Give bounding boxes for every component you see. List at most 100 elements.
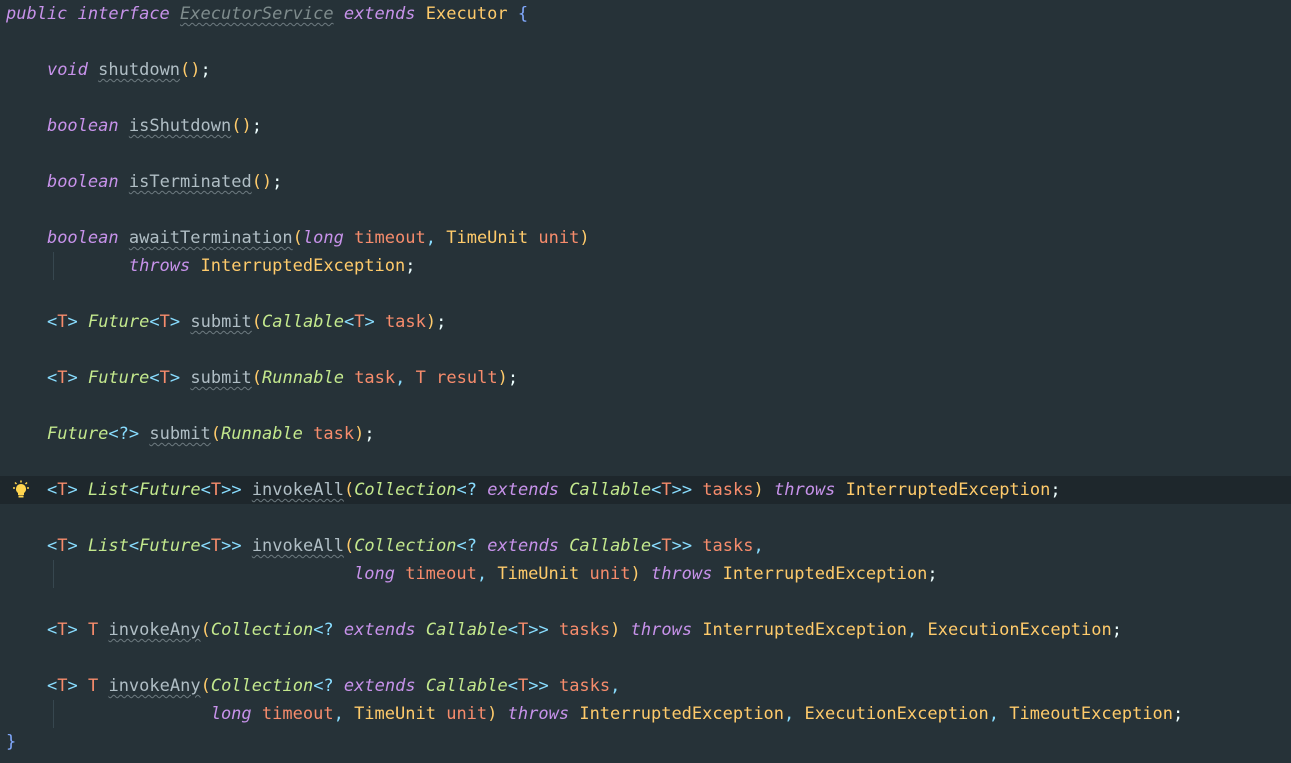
token-semi: ; [200,60,211,80]
token-param: unit [538,228,580,248]
token-punc: , [988,704,1000,724]
token-param: task [313,424,355,444]
code-line[interactable]: } [0,728,1291,756]
code-line[interactable] [0,448,1291,476]
token-paren: ) [610,620,621,640]
token-cls: InterruptedException [722,564,928,584]
code-line-current[interactable]: <T> List<Future<T>> invokeAll(Collection… [0,476,1291,504]
code-line[interactable] [0,644,1291,672]
token-semi: ; [405,256,416,276]
code-line[interactable] [0,28,1291,56]
token-kw: extends [343,4,416,24]
token-param: task [384,312,426,332]
code-line[interactable]: boolean isShutdown(); [0,112,1291,140]
code-line[interactable]: public interface ExecutorService extends… [0,0,1291,28]
token-paren: ( [200,676,211,696]
code-line[interactable]: Future<?> submit(Runnable task); [0,420,1291,448]
token-gen: T [415,368,426,388]
token-semi: ; [251,116,262,136]
code-line[interactable]: void shutdown(); [0,56,1291,84]
token-pun: > [67,368,78,388]
code-line[interactable] [0,84,1291,112]
code-line[interactable] [0,280,1291,308]
token-param: tasks [702,536,754,556]
code-line[interactable] [0,392,1291,420]
code-line[interactable]: <T> Future<T> submit(Callable<T> task); [0,308,1291,336]
token-ty: Callable [425,676,508,696]
code-editor[interactable]: public interface ExecutorService extends… [0,0,1291,763]
token-semi: ; [364,424,375,444]
token-pun: >> [671,536,693,556]
token-paren: ( [251,312,263,332]
token-method: isTerminated [128,172,252,192]
token-kw: long [354,564,395,584]
code-line[interactable]: <T> Future<T> submit(Runnable task, T re… [0,364,1291,392]
token-kw: long [210,704,252,724]
token-ty: Runnable [262,368,344,388]
token-pun: > [67,480,78,500]
code-line[interactable]: boolean isTerminated(); [0,168,1291,196]
token-paren: ( [292,228,303,248]
token-method: shutdown [98,60,181,80]
code-line[interactable]: throws InterruptedException; [0,252,1291,280]
token-kw: boolean [46,228,119,248]
token-kw: throws [630,620,693,640]
token-method: invokeAll [251,536,344,556]
code-line[interactable] [0,196,1291,224]
token-pun: < [651,480,662,500]
token-gen: T [57,368,68,388]
token-gen: T [210,480,222,500]
code-line[interactable] [0,336,1291,364]
code-line[interactable]: <T> T invokeAny(Collection<? extends Cal… [0,616,1291,644]
token-paren: ) [497,368,508,388]
code-line[interactable]: <T> List<Future<T>> invokeAll(Collection… [0,532,1291,560]
code-line[interactable]: long timeout, TimeUnit unit) throws Inte… [0,700,1291,728]
code-line[interactable]: boolean awaitTermination(long timeout, T… [0,224,1291,252]
code-line[interactable]: long timeout, TimeUnit unit) throws Inte… [0,560,1291,588]
token-paren: () [251,172,273,192]
code-text: <T> List<Future<T>> invokeAll(Collection… [6,532,764,560]
code-line[interactable]: <T> T invokeAny(Collection<? extends Cal… [0,672,1291,700]
token-pun: >> [671,480,693,500]
token-ty: Callable [569,480,652,500]
token-pun: < [46,368,58,388]
code-line[interactable] [0,140,1291,168]
token-punc: , [395,368,406,388]
token-gen: T [517,620,529,640]
token-ty: Collection [354,536,457,556]
token-kw: throws [650,564,713,584]
token-pun: < [46,620,58,640]
token-punc: , [753,536,764,556]
code-line[interactable] [0,504,1291,532]
token-gen: T [57,536,68,556]
token-punc: , [476,564,488,584]
code-text: <T> T invokeAny(Collection<? extends Cal… [6,616,1122,644]
code-line[interactable] [0,588,1291,616]
token-pun: < [200,480,211,500]
token-method: submit [190,312,252,332]
token-ty: Future [139,480,201,500]
